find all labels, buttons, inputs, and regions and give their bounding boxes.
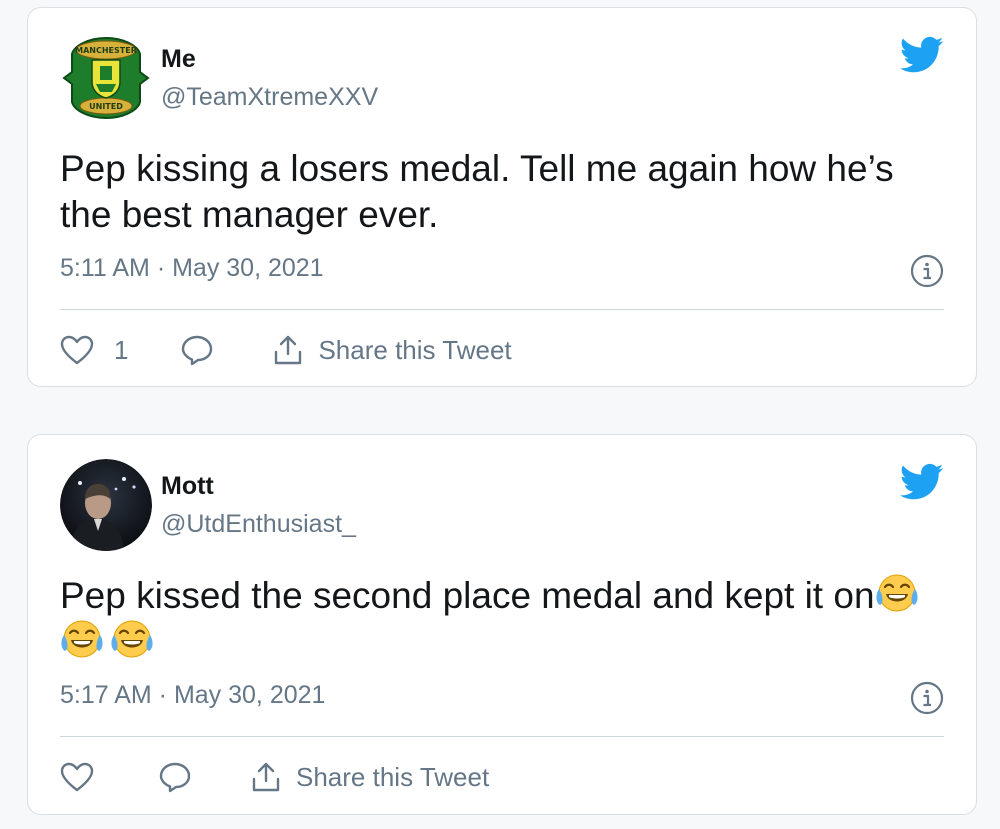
heart-icon xyxy=(60,335,94,365)
tweet-card: MANCHESTER UNITED Me @TeamXtremeXXV Pep … xyxy=(27,7,977,387)
user-photo-icon xyxy=(60,459,152,551)
share-icon xyxy=(252,762,280,792)
like-button[interactable]: 1 xyxy=(60,335,128,366)
twitter-bird-icon[interactable] xyxy=(900,463,944,501)
tweet-timestamp[interactable]: 5:17 AM · May 30, 2021 xyxy=(60,681,325,710)
user-handle[interactable]: @TeamXtremeXXV xyxy=(161,83,378,112)
face-with-tears-of-joy-icon xyxy=(61,620,103,658)
tweet-timestamp[interactable]: 5:11 AM · May 30, 2021 xyxy=(60,254,324,283)
share-icon xyxy=(275,335,302,365)
reply-button[interactable] xyxy=(158,761,192,793)
share-button[interactable]: Share this Tweet xyxy=(250,761,489,793)
reply-icon xyxy=(159,762,191,793)
user-handle[interactable]: @UtdEnthusiast_ xyxy=(161,510,356,539)
like-count: 1 xyxy=(114,334,129,365)
crest-bottom-text: UNITED xyxy=(89,102,123,111)
share-button[interactable]: Share this Tweet xyxy=(272,334,512,366)
share-label: Share this Tweet xyxy=(318,334,512,365)
tweet-text: Pep kissed the second place medal and ke… xyxy=(60,573,940,665)
avatar[interactable] xyxy=(60,459,152,551)
like-button[interactable] xyxy=(60,762,94,792)
action-bar: 1 Share this Tweet xyxy=(60,330,512,370)
tweet-text: Pep kissing a losers medal. Tell me agai… xyxy=(60,148,894,235)
heart-icon xyxy=(60,762,94,792)
tweet-card: Mott @UtdEnthusiast_ Pep kissed the seco… xyxy=(27,434,977,815)
share-label: Share this Tweet xyxy=(296,761,490,792)
info-icon[interactable] xyxy=(910,681,944,715)
display-name[interactable]: Me xyxy=(161,45,196,74)
twitter-bird-icon[interactable] xyxy=(900,36,944,74)
face-with-tears-of-joy-icon xyxy=(111,620,153,658)
tweet-text-content: Pep kissed the second place medal and ke… xyxy=(60,575,875,616)
divider xyxy=(60,309,944,310)
display-name[interactable]: Mott xyxy=(161,472,214,501)
face-with-tears-of-joy-icon xyxy=(875,574,918,612)
info-icon[interactable] xyxy=(910,254,944,288)
reply-button[interactable] xyxy=(180,334,214,366)
manchester-united-crest-icon: MANCHESTER UNITED xyxy=(60,32,152,124)
action-bar: Share this Tweet xyxy=(60,757,489,797)
avatar[interactable]: MANCHESTER UNITED xyxy=(60,32,152,124)
reply-icon xyxy=(182,335,213,366)
divider xyxy=(60,736,944,737)
crest-top-text: MANCHESTER xyxy=(75,46,137,55)
